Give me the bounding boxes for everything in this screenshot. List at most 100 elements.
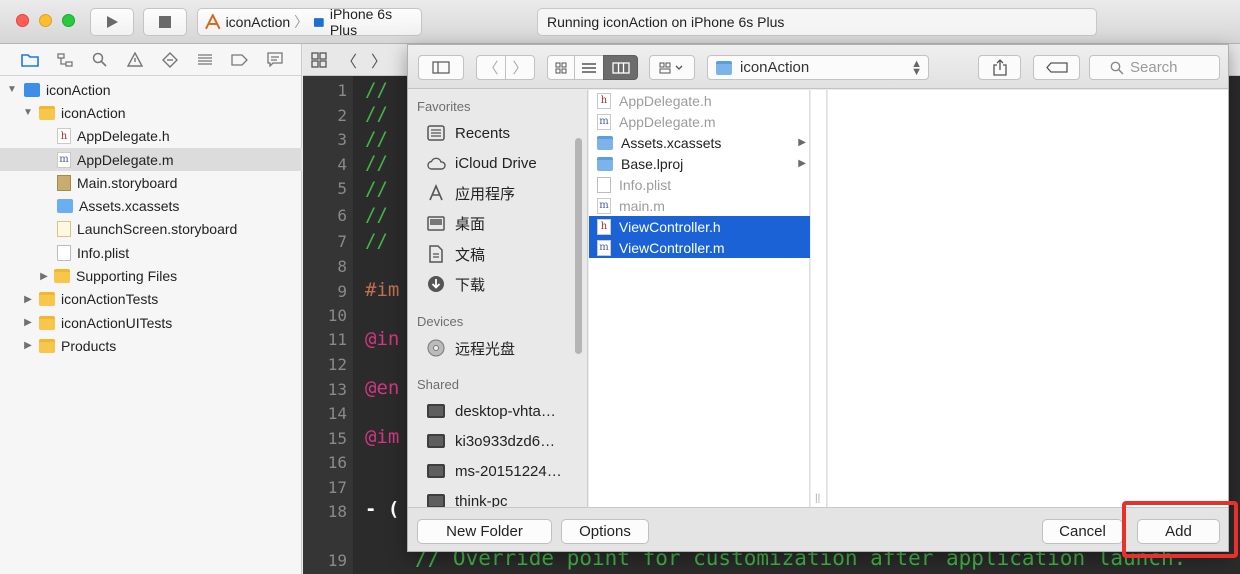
folder-icon	[39, 105, 55, 120]
folder-row[interactable]: Assets.xcassets ▶	[589, 132, 810, 153]
dialog-toolbar: 〈 〉 iconAction ▲ ▼ Search	[408, 45, 1228, 89]
line-number: 8	[337, 257, 347, 276]
list-view-button[interactable]	[574, 55, 604, 80]
folder-icon[interactable]	[12, 44, 47, 76]
tree-item-file-selected[interactable]: m AppDelegate.m	[0, 147, 302, 172]
activity-viewer: Running iconAction on iPhone 6s Plus	[537, 8, 1097, 36]
scheme-selector[interactable]: iconAction 〉 iPhone 6s Plus	[197, 6, 422, 38]
monitor-icon	[426, 462, 446, 480]
code-interface: @in	[365, 328, 400, 350]
plist-icon	[597, 176, 611, 193]
file-name: Info.plist	[619, 176, 672, 193]
folder-row[interactable]: Base.lproj ▶	[589, 153, 810, 174]
tree-item-file[interactable]: Assets.xcassets	[0, 194, 302, 217]
line-number: 6	[337, 206, 347, 225]
back-button[interactable]: 〈	[476, 55, 506, 80]
sidebar-scrollbar[interactable]	[575, 138, 582, 354]
share-icon	[992, 59, 1007, 76]
location-popup[interactable]: iconAction ▲ ▼	[707, 55, 929, 80]
sidebar-item-icloud[interactable]: iCloud Drive	[426, 151, 537, 175]
disclosure-open-icon[interactable]: ▼	[22, 107, 34, 118]
sidebar-item-applications[interactable]: 应用程序	[426, 181, 515, 205]
tree-item-file[interactable]: Main.storyboard	[0, 171, 302, 194]
new-folder-button[interactable]: New Folder	[417, 519, 552, 544]
sidebar-toggle-button[interactable]	[418, 55, 464, 80]
search-field[interactable]: Search	[1089, 55, 1220, 80]
search-icon[interactable]	[82, 44, 117, 76]
file-row-selected[interactable]: h ViewController.h	[589, 216, 810, 237]
chevron-right-icon[interactable]: 〉	[371, 48, 387, 72]
code-comment: //	[365, 178, 388, 200]
share-button[interactable]	[978, 55, 1021, 80]
zoom-window-button[interactable]	[62, 14, 75, 27]
code-comment: //	[365, 204, 388, 226]
disclosure-closed-icon[interactable]: ▶	[22, 317, 34, 328]
line-number: 2	[337, 106, 347, 125]
file-row[interactable]: h AppDelegate.h	[589, 90, 810, 111]
minimize-window-button[interactable]	[39, 14, 52, 27]
sidebar-item-remote-disc[interactable]: 远程光盘	[426, 336, 515, 360]
file-name: AppDelegate.h	[619, 92, 712, 109]
options-button[interactable]: Options	[561, 519, 649, 544]
tree-item-group[interactable]: ▼ iconAction	[0, 101, 302, 124]
grid-icon	[555, 62, 567, 73]
icon-view-button[interactable]	[547, 55, 575, 80]
tree-item-file[interactable]: LaunchScreen.storyboard	[0, 218, 302, 241]
run-button[interactable]	[90, 8, 134, 36]
header-file-icon: h	[597, 92, 611, 109]
code-comment: //	[365, 230, 388, 252]
sidebar-item-desktop[interactable]: 桌面	[426, 211, 485, 235]
file-row-selected[interactable]: m ViewController.m	[589, 237, 810, 258]
chevron-left-icon[interactable]: 〈	[341, 48, 357, 72]
sidebar-item-label: think-pc	[455, 492, 508, 508]
tree-item-group[interactable]: ▶ Products	[0, 334, 302, 357]
tree-item-label: iconAction	[46, 81, 111, 98]
breakpoint-icon[interactable]	[222, 44, 257, 76]
tree-item-label: Products	[61, 337, 117, 354]
column-resize-handle[interactable]: ||	[815, 493, 820, 504]
warning-icon[interactable]	[117, 44, 152, 76]
forward-button[interactable]: 〉	[505, 55, 535, 80]
file-row[interactable]: Info.plist	[589, 174, 810, 195]
file-row[interactable]: m main.m	[589, 195, 810, 216]
tree-item-group[interactable]: ▶ iconActionUITests	[0, 311, 302, 334]
sidebar-item-documents[interactable]: 文稿	[426, 242, 485, 266]
sidebar-item-shared[interactable]: ms-20151224…	[426, 459, 562, 483]
disclosure-closed-icon[interactable]: ▶	[38, 271, 50, 282]
column-view-button[interactable]	[603, 55, 638, 80]
arrange-button[interactable]	[649, 55, 695, 80]
file-row[interactable]: m AppDelegate.m	[589, 111, 810, 132]
implementation-file-icon: m	[597, 239, 611, 256]
sidebar-item-label: iCloud Drive	[455, 154, 537, 172]
sidebar-item-downloads[interactable]: 下载	[426, 272, 485, 296]
sidebar-item-recents[interactable]: Recents	[426, 121, 510, 145]
close-window-button[interactable]	[16, 14, 29, 27]
monitor-icon	[426, 402, 446, 420]
chevron-left-icon: 〈	[483, 60, 499, 77]
tree-item-project[interactable]: ▼ iconAction	[0, 78, 302, 101]
sidebar-item-shared[interactable]: think-pc	[426, 489, 508, 507]
hierarchy-icon[interactable]	[47, 44, 82, 76]
add-files-dialog: 〈 〉 iconAction ▲ ▼ Search Favorites Rece…	[407, 44, 1229, 552]
columns-icon	[611, 61, 630, 74]
disclosure-closed-icon[interactable]: ▶	[22, 340, 34, 351]
tree-item-file[interactable]: h AppDelegate.h	[0, 125, 302, 148]
test-icon[interactable]	[152, 44, 187, 76]
disclosure-closed-icon[interactable]: ▶	[22, 294, 34, 305]
stop-button[interactable]	[143, 8, 187, 36]
sidebar-item-shared[interactable]: desktop-vhta…	[426, 399, 556, 423]
sidebar-item-label: 应用程序	[455, 185, 516, 203]
disclosure-open-icon[interactable]: ▼	[6, 84, 18, 95]
tree-item-file[interactable]: Info.plist	[0, 241, 302, 264]
tree-item-group[interactable]: ▶ iconActionTests	[0, 288, 302, 311]
tree-item-group[interactable]: ▶ Supporting Files	[0, 264, 302, 287]
applications-icon	[426, 184, 446, 202]
file-name: Base.lproj	[621, 155, 684, 172]
related-items-icon[interactable]	[311, 51, 327, 68]
cancel-button[interactable]: Cancel	[1042, 519, 1123, 544]
debug-icon[interactable]	[187, 44, 222, 76]
tag-button[interactable]	[1033, 55, 1080, 80]
report-icon[interactable]	[257, 44, 292, 76]
file-column: h AppDelegate.h m AppDelegate.m Assets.x…	[589, 90, 810, 507]
sidebar-item-shared[interactable]: ki3o933dzd6…	[426, 429, 555, 453]
